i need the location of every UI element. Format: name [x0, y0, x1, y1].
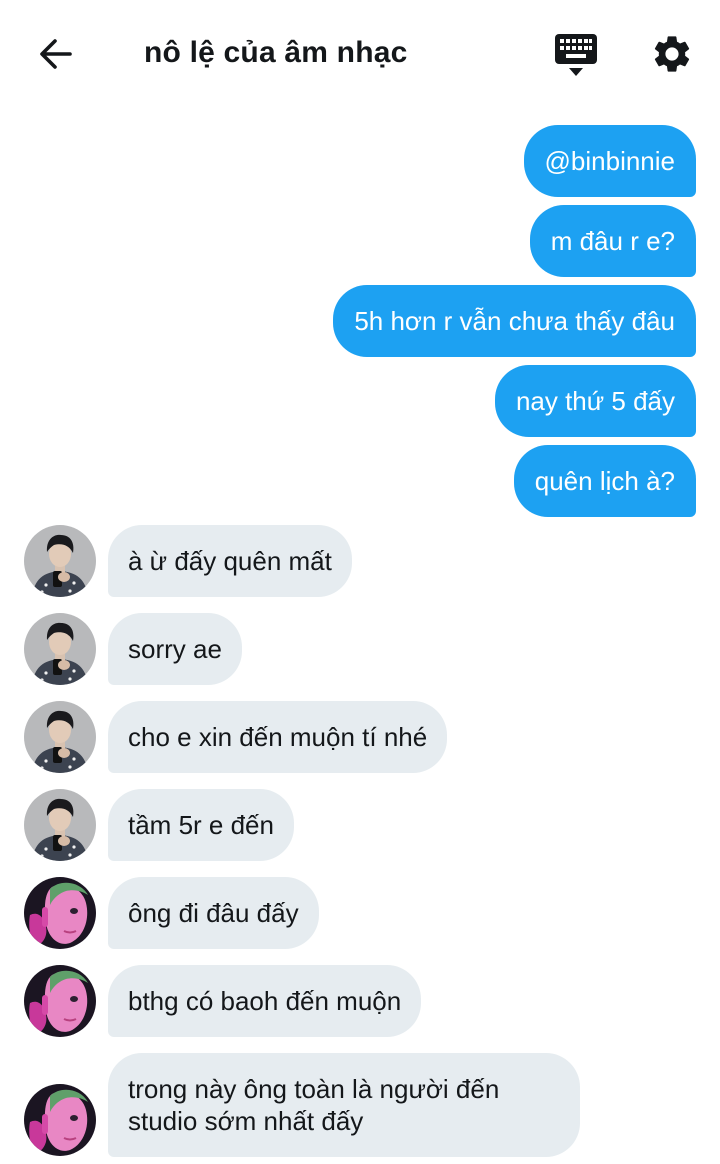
outgoing-message[interactable]: @binbinnie	[523, 125, 696, 197]
sender-avatar[interactable]	[24, 525, 96, 597]
incoming-message[interactable]: bthg có baoh đến muộn	[108, 965, 422, 1037]
incoming-message[interactable]: cho e xin đến muộn tí nhé	[108, 701, 448, 773]
conversation-header: nô lệ của âm nhạc	[0, 0, 720, 106]
incoming-message[interactable]: ông đi đâu đấy	[108, 877, 319, 949]
incoming-message[interactable]: sorry ae	[108, 613, 242, 685]
conversation-title: nô lệ của âm nhạc	[144, 36, 408, 69]
gear-icon	[654, 36, 690, 72]
sender-avatar[interactable]	[24, 877, 96, 949]
outgoing-message[interactable]: quên lịch à?	[513, 445, 696, 517]
keyboard-icon	[555, 34, 597, 76]
incoming-message[interactable]: à ừ đấy quên mất	[108, 525, 352, 597]
outgoing-message[interactable]: m đâu r e?	[529, 205, 696, 277]
incoming-message[interactable]: tầm 5r e đến	[108, 789, 294, 861]
sender-avatar[interactable]	[24, 965, 96, 1037]
sender-avatar[interactable]	[24, 701, 96, 773]
settings-button[interactable]	[650, 32, 694, 76]
keyboard-button[interactable]	[554, 32, 598, 78]
outgoing-message[interactable]: nay thứ 5 đấy	[494, 365, 696, 437]
incoming-message[interactable]: trong này ông toàn là người đến studio s…	[108, 1053, 580, 1157]
sender-avatar[interactable]	[24, 1084, 96, 1156]
arrow-left-icon	[40, 39, 72, 69]
sender-avatar[interactable]	[24, 613, 96, 685]
sender-avatar[interactable]	[24, 789, 96, 861]
outgoing-message[interactable]: 5h hơn r vẫn chưa thấy đâu	[333, 285, 696, 357]
back-button[interactable]	[36, 34, 76, 74]
